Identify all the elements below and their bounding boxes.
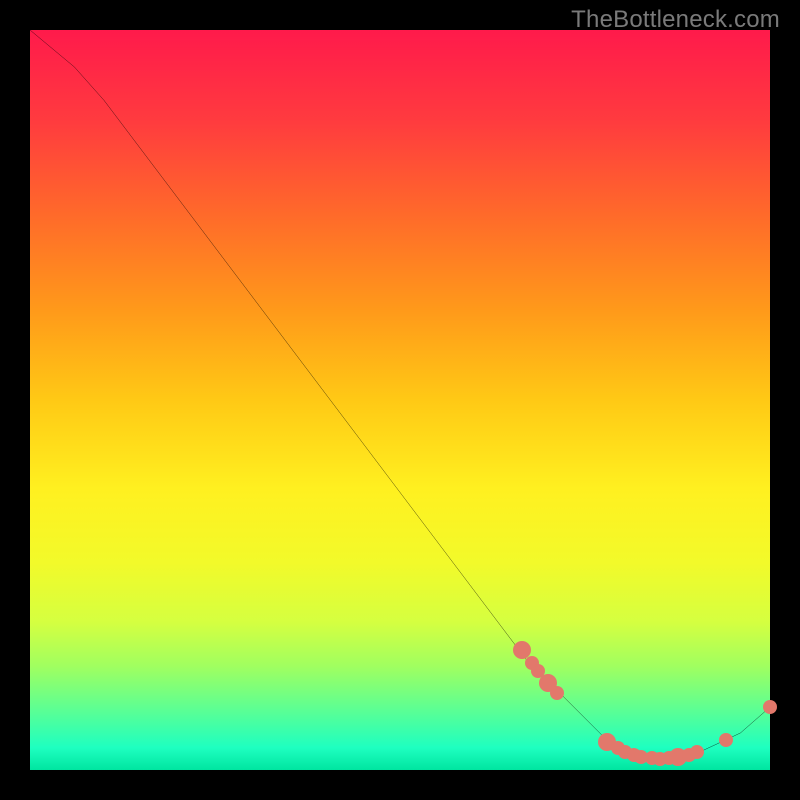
curve-line (30, 30, 770, 770)
data-marker (763, 700, 777, 714)
data-marker (550, 686, 564, 700)
data-marker (690, 745, 704, 759)
plot-area (30, 30, 770, 770)
chart-container: TheBottleneck.com (0, 0, 800, 800)
data-marker (719, 733, 733, 747)
